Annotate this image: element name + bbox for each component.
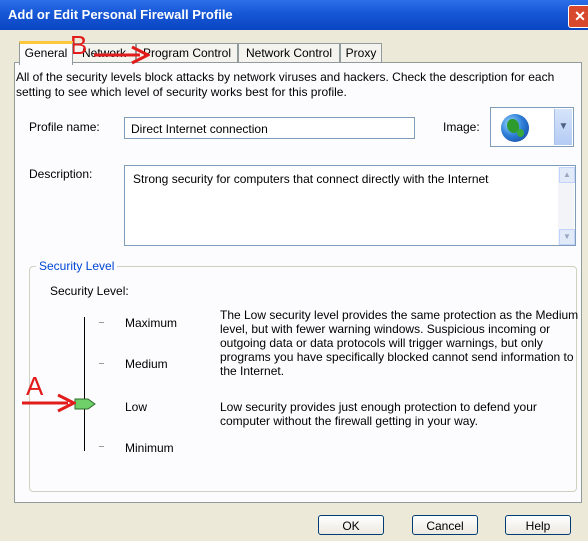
image-select[interactable]: ▼ [490,107,574,147]
security-level-group-title: Security Level [36,259,118,273]
level-minimum[interactable]: Minimum [125,441,174,455]
image-label: Image: [443,120,480,134]
level-medium[interactable]: Medium [125,357,168,371]
profile-name-input[interactable]: Direct Internet connection [124,117,415,139]
level-maximum[interactable]: Maximum [125,316,177,330]
level-description-summary: Low security provides just enough protec… [220,400,537,428]
tab-label: Network Control [245,46,333,60]
slider-tick [99,363,104,364]
help-button[interactable]: Help [505,515,571,535]
close-button[interactable]: ✕ [568,5,588,28]
globe-icon [501,114,529,142]
tab-network-control[interactable]: Network Control [238,43,340,62]
title-bar: Add or Edit Personal Firewall Profile ✕ [0,0,588,30]
security-slider-track[interactable] [84,317,85,451]
description-textarea[interactable]: Strong security for computers that conne… [124,165,576,246]
tab-general[interactable]: General [19,41,73,65]
chevron-down-icon[interactable]: ▼ [554,109,572,145]
level-low[interactable]: Low [125,400,147,414]
slider-tick [99,446,104,447]
description-text: Strong security for computers that conne… [133,172,489,186]
scroll-down-icon[interactable]: ▼ [559,229,575,245]
tab-proxy[interactable]: Proxy [340,43,382,62]
security-level-group [29,266,577,492]
annotation-b-arrow-icon [94,45,150,65]
cancel-button[interactable]: Cancel [412,515,478,535]
slider-tick [99,322,104,323]
security-slider-thumb[interactable] [74,398,96,410]
level-description-detail: The Low security level provides the same… [220,308,579,378]
description-label: Description: [29,167,93,181]
description-scrollbar[interactable]: ▲ ▼ [558,167,575,245]
tab-label: General [24,46,68,60]
ok-button[interactable]: OK [318,515,384,535]
intro-text: All of the security levels block attacks… [16,70,555,99]
tab-label: Proxy [345,46,377,60]
security-level-label: Security Level: [50,284,129,298]
tab-label: Program Control [142,46,232,60]
scroll-up-icon[interactable]: ▲ [559,167,575,183]
tab-program-control[interactable]: Program Control [136,43,238,62]
annotation-a-arrow-icon [22,393,76,413]
close-icon: ✕ [574,8,586,24]
window-title: Add or Edit Personal Firewall Profile [8,7,233,22]
profile-name-label: Profile name: [29,120,100,134]
